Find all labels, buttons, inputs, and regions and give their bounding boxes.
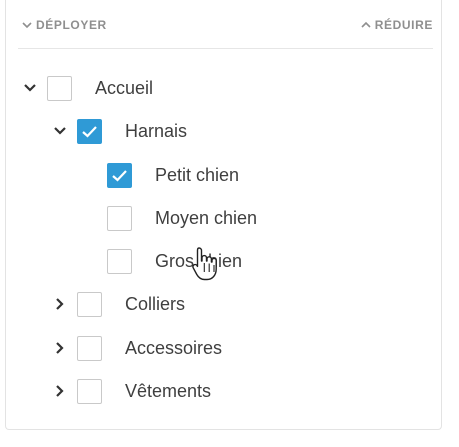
chevron-down-icon[interactable] <box>49 120 71 142</box>
check-icon <box>112 169 127 182</box>
toggle-spacer <box>79 207 101 229</box>
checkbox-gros-chien[interactable] <box>107 248 132 274</box>
collapse-all-label: RÉDUIRE <box>374 18 433 32</box>
tree-item-accueil: Accueil <box>19 71 153 105</box>
tree-item-label-accessoires[interactable]: Accessoires <box>125 338 222 359</box>
checkbox-accueil[interactable] <box>47 75 72 101</box>
tree-item-label-petit-chien[interactable]: Petit chien <box>155 165 239 186</box>
tree-item-label-vetements[interactable]: Vêtements <box>125 381 211 402</box>
tree-item-petit-chien: Petit chien <box>79 158 239 192</box>
toggle-spacer <box>79 250 101 272</box>
checkbox-harnais[interactable] <box>77 118 102 144</box>
checkbox-colliers[interactable] <box>77 291 102 317</box>
checkbox-moyen-chien[interactable] <box>107 205 132 231</box>
checkbox-vetements[interactable] <box>77 378 102 404</box>
tree-item-gros-chien: Gros chien <box>79 244 242 278</box>
toggle-spacer <box>79 164 101 186</box>
tree-item-accessoires: Accessoires <box>49 331 222 365</box>
tree-item-label-gros-chien[interactable]: Gros chien <box>155 251 242 272</box>
tree-item-harnais: Harnais <box>49 114 187 148</box>
tree-item-label-harnais[interactable]: Harnais <box>125 121 187 142</box>
expand-all-label: DÉPLOYER <box>36 18 107 32</box>
chevron-right-icon[interactable] <box>49 380 71 402</box>
tree-item-label-colliers[interactable]: Colliers <box>125 294 185 315</box>
chevron-down-icon[interactable] <box>19 77 41 99</box>
chevron-up-icon <box>361 21 371 29</box>
tree-item-label-moyen-chien[interactable]: Moyen chien <box>155 208 257 229</box>
tree-item-label-accueil[interactable]: Accueil <box>95 78 153 99</box>
chevron-right-icon[interactable] <box>49 293 71 315</box>
checkbox-accessoires[interactable] <box>77 335 102 361</box>
checkbox-petit-chien[interactable] <box>107 162 132 188</box>
tree-item-moyen-chien: Moyen chien <box>79 201 257 235</box>
chevron-right-icon[interactable] <box>49 337 71 359</box>
tree-item-colliers: Colliers <box>49 287 185 321</box>
chevron-down-icon <box>22 21 32 29</box>
collapse-all-button[interactable]: RÉDUIRE <box>361 18 433 32</box>
tree-header: DÉPLOYER RÉDUIRE <box>18 12 433 49</box>
expand-all-button[interactable]: DÉPLOYER <box>22 18 107 32</box>
check-icon <box>82 125 97 138</box>
tree-item-vetements: Vêtements <box>49 374 211 408</box>
